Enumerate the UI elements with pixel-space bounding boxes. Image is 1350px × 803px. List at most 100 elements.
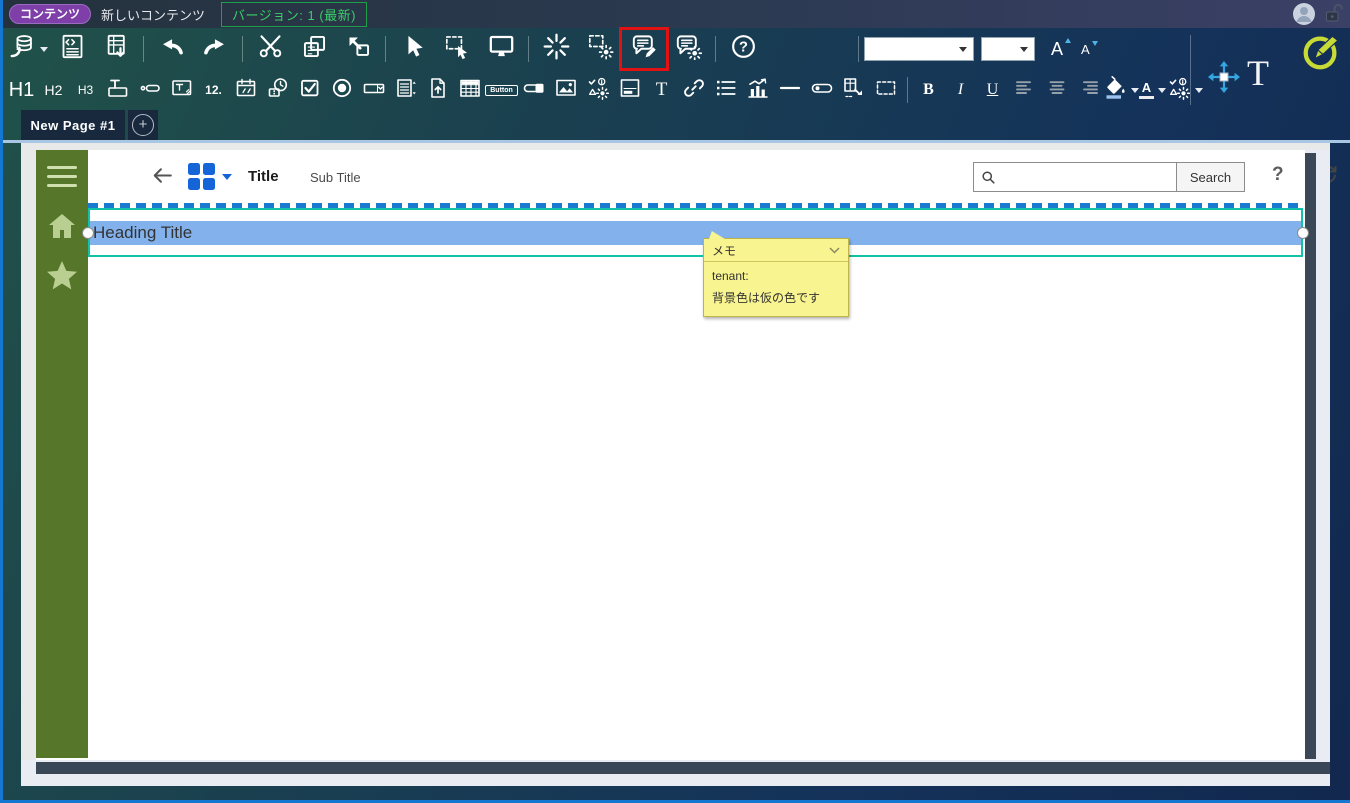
- user-avatar[interactable]: [1292, 2, 1316, 31]
- list-box-icon: [394, 76, 418, 105]
- vertical-scrollbar[interactable]: [1305, 150, 1330, 762]
- text-button[interactable]: T: [646, 75, 677, 105]
- heading-widget[interactable]: Heading Title: [90, 221, 1301, 245]
- decrease-font-button[interactable]: A: [1081, 40, 1098, 57]
- star-icon[interactable]: [44, 258, 80, 299]
- menu-icon[interactable]: [47, 166, 77, 193]
- toolbar-row-1: ? A A: [0, 28, 1190, 70]
- app-grid-icon[interactable]: [188, 163, 215, 190]
- help-button[interactable]: ?: [721, 30, 765, 68]
- button-control-button[interactable]: Button: [485, 75, 518, 105]
- insert-template-button[interactable]: [838, 75, 869, 105]
- date-picker-button[interactable]: [230, 75, 261, 105]
- select-cursor-button[interactable]: [391, 30, 435, 68]
- lock-icon[interactable]: [1320, 2, 1344, 31]
- deploy-database-button[interactable]: [6, 30, 50, 68]
- memo-edit-button[interactable]: [622, 30, 666, 68]
- table-button[interactable]: [454, 75, 485, 105]
- run-burst-button[interactable]: [534, 30, 578, 68]
- page-subtitle[interactable]: Sub Title: [310, 170, 361, 185]
- select-area-button[interactable]: [435, 30, 479, 68]
- copy-button[interactable]: [292, 30, 336, 68]
- align-center-button[interactable]: [1041, 75, 1072, 105]
- background-color-button[interactable]: [1103, 75, 1139, 105]
- add-page-button[interactable]: +: [128, 110, 158, 140]
- plus-icon: +: [132, 114, 154, 136]
- heading-1-button[interactable]: H1: [6, 75, 37, 105]
- heading-3-button[interactable]: H3: [70, 75, 101, 105]
- background-color-icon: [1103, 75, 1127, 105]
- capsule-button[interactable]: [806, 75, 837, 105]
- align-left-button[interactable]: [1009, 75, 1040, 105]
- cut-button[interactable]: [248, 30, 292, 68]
- design-page[interactable]: Title Sub Title Search ? Heading Title メ…: [36, 150, 1337, 760]
- help-link[interactable]: ?: [1272, 164, 1284, 186]
- memo-line-1: tenant:: [712, 269, 749, 283]
- image-button[interactable]: [550, 75, 581, 105]
- text-label: T: [655, 79, 668, 100]
- combo-box-button[interactable]: [358, 75, 389, 105]
- button-control-label: Button: [485, 84, 518, 96]
- grid-dropdown-caret[interactable]: [222, 174, 232, 180]
- memo-settings-button[interactable]: [666, 30, 710, 68]
- list-view-button[interactable]: [710, 75, 741, 105]
- text-tool-button[interactable]: T: [1247, 52, 1269, 94]
- italic-button[interactable]: I: [945, 75, 976, 105]
- redo-button[interactable]: [193, 30, 237, 68]
- hyperlink-button[interactable]: [678, 75, 709, 105]
- window-border: [0, 0, 3, 803]
- panel-icon: [618, 76, 642, 105]
- horizontal-line-button[interactable]: [774, 75, 805, 105]
- resize-handle-right[interactable]: [1297, 227, 1309, 239]
- toolbar-separator: [858, 36, 859, 62]
- export-sheet-icon: [103, 33, 130, 65]
- text-area-button[interactable]: [166, 75, 197, 105]
- time-picker-button[interactable]: [262, 75, 293, 105]
- bold-button[interactable]: B: [913, 75, 944, 105]
- number-field-button[interactable]: 12.: [198, 75, 229, 105]
- horizontal-scrollbar[interactable]: [21, 760, 1330, 786]
- text-field-button[interactable]: [102, 75, 133, 105]
- export-sheet-button[interactable]: [94, 30, 138, 68]
- container-button[interactable]: [870, 75, 901, 105]
- font-size-select[interactable]: [981, 37, 1035, 61]
- file-upload-button[interactable]: [422, 75, 453, 105]
- toggle-button[interactable]: [518, 75, 549, 105]
- status-symbols-button[interactable]: [582, 75, 613, 105]
- chart-button[interactable]: [742, 75, 773, 105]
- font-color-button[interactable]: A: [1137, 75, 1168, 105]
- memo-note[interactable]: メモ tenant: 背景色は仮の色です: [703, 231, 849, 318]
- page-title[interactable]: Title: [248, 168, 279, 185]
- checkbox-button[interactable]: [294, 75, 325, 105]
- device-preview-button[interactable]: [479, 30, 523, 68]
- list-box-button[interactable]: [390, 75, 421, 105]
- panel-button[interactable]: [614, 75, 645, 105]
- tab-new-page-1[interactable]: New Page #1: [21, 110, 125, 140]
- document-title: 新しいコンテンツ: [101, 7, 206, 23]
- radio-button-button[interactable]: [326, 75, 357, 105]
- search-box[interactable]: [973, 162, 1177, 192]
- search-input[interactable]: [996, 168, 1176, 186]
- vertical-scrollbar-thumb[interactable]: [1305, 153, 1316, 759]
- code-view-button[interactable]: [50, 30, 94, 68]
- page-sidebar-widget[interactable]: [36, 150, 88, 758]
- copy-icon: [301, 33, 328, 65]
- horizontal-scrollbar-thumb[interactable]: [36, 762, 1330, 774]
- home-icon[interactable]: [47, 212, 77, 245]
- move-tool-button[interactable]: [1207, 60, 1241, 99]
- chevron-down-icon[interactable]: [829, 247, 840, 254]
- undo-button[interactable]: [149, 30, 193, 68]
- align-right-button[interactable]: [1073, 75, 1104, 105]
- paste-button[interactable]: [336, 30, 380, 68]
- resize-handle-left[interactable]: [82, 227, 94, 239]
- selection-settings-button[interactable]: [578, 30, 622, 68]
- time-picker-icon: [266, 76, 290, 105]
- search-button[interactable]: Search: [1176, 162, 1245, 192]
- increase-font-button[interactable]: A: [1051, 37, 1072, 60]
- back-arrow-icon[interactable]: [150, 163, 175, 193]
- toolbar-separator: [385, 36, 386, 62]
- heading-2-button[interactable]: H2: [38, 75, 69, 105]
- font-family-select[interactable]: [864, 37, 974, 61]
- label-field-button[interactable]: [134, 75, 165, 105]
- underline-button[interactable]: U: [977, 75, 1008, 105]
